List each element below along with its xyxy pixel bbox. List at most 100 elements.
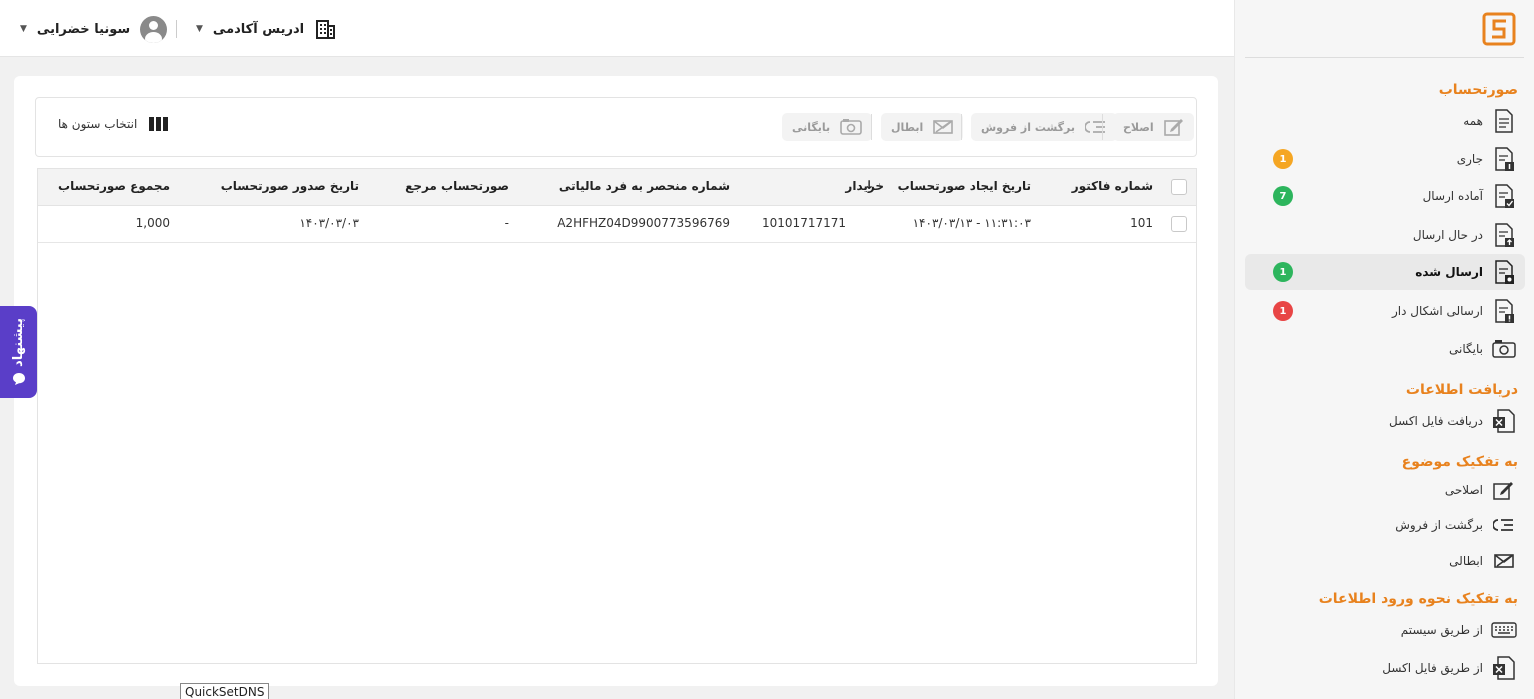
sidebar-item-sent[interactable]: ارسال شده 1 xyxy=(1245,254,1525,290)
column-header[interactable]: شماره فاکتور xyxy=(1072,179,1153,193)
building-icon xyxy=(316,20,336,39)
sidebar-divider xyxy=(1245,57,1524,58)
toolbar: انتخاب ستون ها بایگانی ابطال برگشت از فر… xyxy=(35,97,1197,157)
chat-bubble-icon xyxy=(12,373,25,386)
count-badge: 1 xyxy=(1273,262,1293,282)
sidebar-item-current[interactable]: جاری 1 xyxy=(1245,141,1525,177)
sidebar-item-label: آماده ارسال xyxy=(1422,189,1483,203)
section-title-by-subject: به تفکیک موضوع xyxy=(1401,454,1518,470)
sidebar-item-label: ابطالی xyxy=(1449,554,1483,568)
column-select-label: انتخاب ستون ها xyxy=(58,117,138,131)
sidebar: صورتحساب همه جاری 1 آماده ارسال 7 در حال… xyxy=(1234,0,1534,699)
sidebar-item-cancelled[interactable]: ابطالی xyxy=(1245,543,1525,579)
count-badge: 1 xyxy=(1273,149,1293,169)
cancel-icon xyxy=(933,120,954,134)
header-divider xyxy=(176,20,177,38)
sidebar-item-label: جاری xyxy=(1456,152,1483,166)
document-sent-icon xyxy=(1491,259,1517,285)
edit-icon xyxy=(1163,119,1183,136)
sidebar-item-label: ارسالی اشکال دار xyxy=(1392,304,1483,318)
archive-icon xyxy=(1491,336,1517,362)
created-date: ۱۱:۳۱:۰۳ - ۱۴۰۳/۰۳/۱۳ xyxy=(912,216,1031,230)
column-select-button[interactable]: انتخاب ستون ها xyxy=(58,116,169,132)
toolbar-divider xyxy=(961,114,962,140)
arrow-down-icon[interactable]: ↓ xyxy=(864,178,874,192)
archive-label: بایگانی xyxy=(792,120,831,134)
correction-label: اصلاح xyxy=(1123,120,1154,134)
table-header: شماره فاکتور تاریخ ایجاد صورتحساب خریدار… xyxy=(38,169,1196,206)
reference-invoice: - xyxy=(504,216,509,230)
invoice-table: شماره فاکتور تاریخ ایجاد صورتحساب خریدار… xyxy=(37,168,1197,664)
feedback-label: پیشنهاد xyxy=(11,317,26,367)
sidebar-item-excel-download[interactable]: دریافت فایل اکسل xyxy=(1245,403,1525,439)
table-row[interactable]: 101 ۱۱:۳۱:۰۳ - ۱۴۰۳/۰۳/۱۳ 10101717171 A2… xyxy=(38,206,1196,243)
column-header[interactable]: شماره منحصر به فرد مالیاتی xyxy=(559,179,730,193)
excel-icon xyxy=(1491,655,1517,681)
sidebar-item-correction[interactable]: اصلاحی xyxy=(1245,472,1525,508)
sidebar-item-return[interactable]: برگشت از فروش xyxy=(1245,507,1525,543)
buyer: 10101717171 xyxy=(762,216,846,230)
column-header[interactable]: تاریخ ایجاد صورتحساب xyxy=(898,179,1031,193)
invoice-number: 101 xyxy=(1130,216,1153,230)
return-icon xyxy=(1491,512,1517,538)
user-menu[interactable]: ▼ سونیا خضرایی xyxy=(20,14,168,44)
section-title-invoices: صورتحساب xyxy=(1438,82,1518,98)
count-badge: 1 xyxy=(1273,301,1293,321)
sidebar-item-label: در حال ارسال xyxy=(1412,228,1483,242)
excel-icon xyxy=(1491,408,1517,434)
select-all-checkbox[interactable] xyxy=(1171,179,1187,195)
cancel-label: ابطال xyxy=(891,120,924,134)
keyboard-icon xyxy=(1491,617,1517,643)
sidebar-item-errored[interactable]: ارسالی اشکال دار 1 xyxy=(1245,293,1525,329)
sidebar-item-archive[interactable]: بایگانی xyxy=(1245,331,1525,367)
sidebar-item-label: دریافت فایل اکسل xyxy=(1389,414,1483,428)
company-menu[interactable]: ▼ ادریس آکادمی xyxy=(196,16,336,42)
feedback-tab[interactable]: پیشنهاد xyxy=(0,306,37,398)
columns-icon xyxy=(149,117,169,131)
top-header: ▼ سونیا خضرایی ▼ ادریس آکادمی xyxy=(0,0,1234,57)
sidebar-item-via-excel[interactable]: از طریق فایل اکسل xyxy=(1245,650,1525,686)
section-title-by-entry-method: به تفکیک نحوه ورود اطلاعات xyxy=(1318,591,1518,607)
sidebar-item-ready[interactable]: آماده ارسال 7 xyxy=(1245,178,1525,214)
sidebar-item-label: اصلاحی xyxy=(1444,483,1483,497)
document-error-icon xyxy=(1491,298,1517,324)
tax-id: A2HFHZ04D9900773596769 xyxy=(557,216,730,230)
sidebar-item-sending[interactable]: در حال ارسال xyxy=(1245,217,1525,253)
sidebar-item-all[interactable]: همه xyxy=(1245,103,1525,139)
user-name: سونیا خضرایی xyxy=(36,21,131,37)
chevron-down-icon[interactable]: ▼ xyxy=(20,24,27,34)
archive-button[interactable]: بایگانی xyxy=(782,113,873,141)
archive-icon xyxy=(840,119,862,135)
chevron-down-icon[interactable]: ▼ xyxy=(196,24,203,34)
avatar[interactable] xyxy=(140,15,168,43)
section-title-data-import: دریافت اطلاعات xyxy=(1405,382,1518,398)
toolbar-divider xyxy=(871,114,872,140)
edit-icon xyxy=(1491,477,1517,503)
row-checkbox[interactable] xyxy=(1171,216,1187,232)
column-header[interactable]: تاریخ صدور صورتحساب xyxy=(221,179,359,193)
cancel-icon xyxy=(1491,548,1517,574)
issue-date: ۱۴۰۳/۰۳/۰۳ xyxy=(299,216,359,230)
cancel-button[interactable]: ابطال xyxy=(881,113,964,141)
return-icon xyxy=(1085,121,1106,133)
sidebar-item-label: ارسال شده xyxy=(1415,265,1483,279)
invoice-total: 1,000 xyxy=(135,216,170,230)
toolbar-divider xyxy=(1102,114,1103,140)
sidebar-item-label: همه xyxy=(1463,114,1483,128)
app-logo-icon xyxy=(1482,12,1516,46)
return-label: برگشت از فروش xyxy=(981,120,1076,134)
quickset-tooltip: QuickSetDNS xyxy=(180,683,270,699)
return-button[interactable]: برگشت از فروش xyxy=(971,113,1118,141)
count-badge: 7 xyxy=(1273,186,1293,206)
sidebar-item-label: برگشت از فروش xyxy=(1395,518,1483,532)
document-send-icon xyxy=(1491,222,1517,248)
sidebar-item-label: از طریق سیستم xyxy=(1400,623,1483,637)
sidebar-item-label: از طریق فایل اکسل xyxy=(1382,661,1483,675)
document-check-icon xyxy=(1491,183,1517,209)
column-header[interactable]: مجموع صورتحساب xyxy=(58,179,170,193)
sidebar-item-label: بایگانی xyxy=(1449,342,1483,356)
correction-button[interactable]: اصلاح xyxy=(1113,113,1194,141)
main-panel: انتخاب ستون ها بایگانی ابطال برگشت از فر… xyxy=(14,76,1218,686)
column-header[interactable]: صورتحساب مرجع xyxy=(405,179,509,193)
sidebar-item-via-system[interactable]: از طریق سیستم xyxy=(1245,612,1525,648)
